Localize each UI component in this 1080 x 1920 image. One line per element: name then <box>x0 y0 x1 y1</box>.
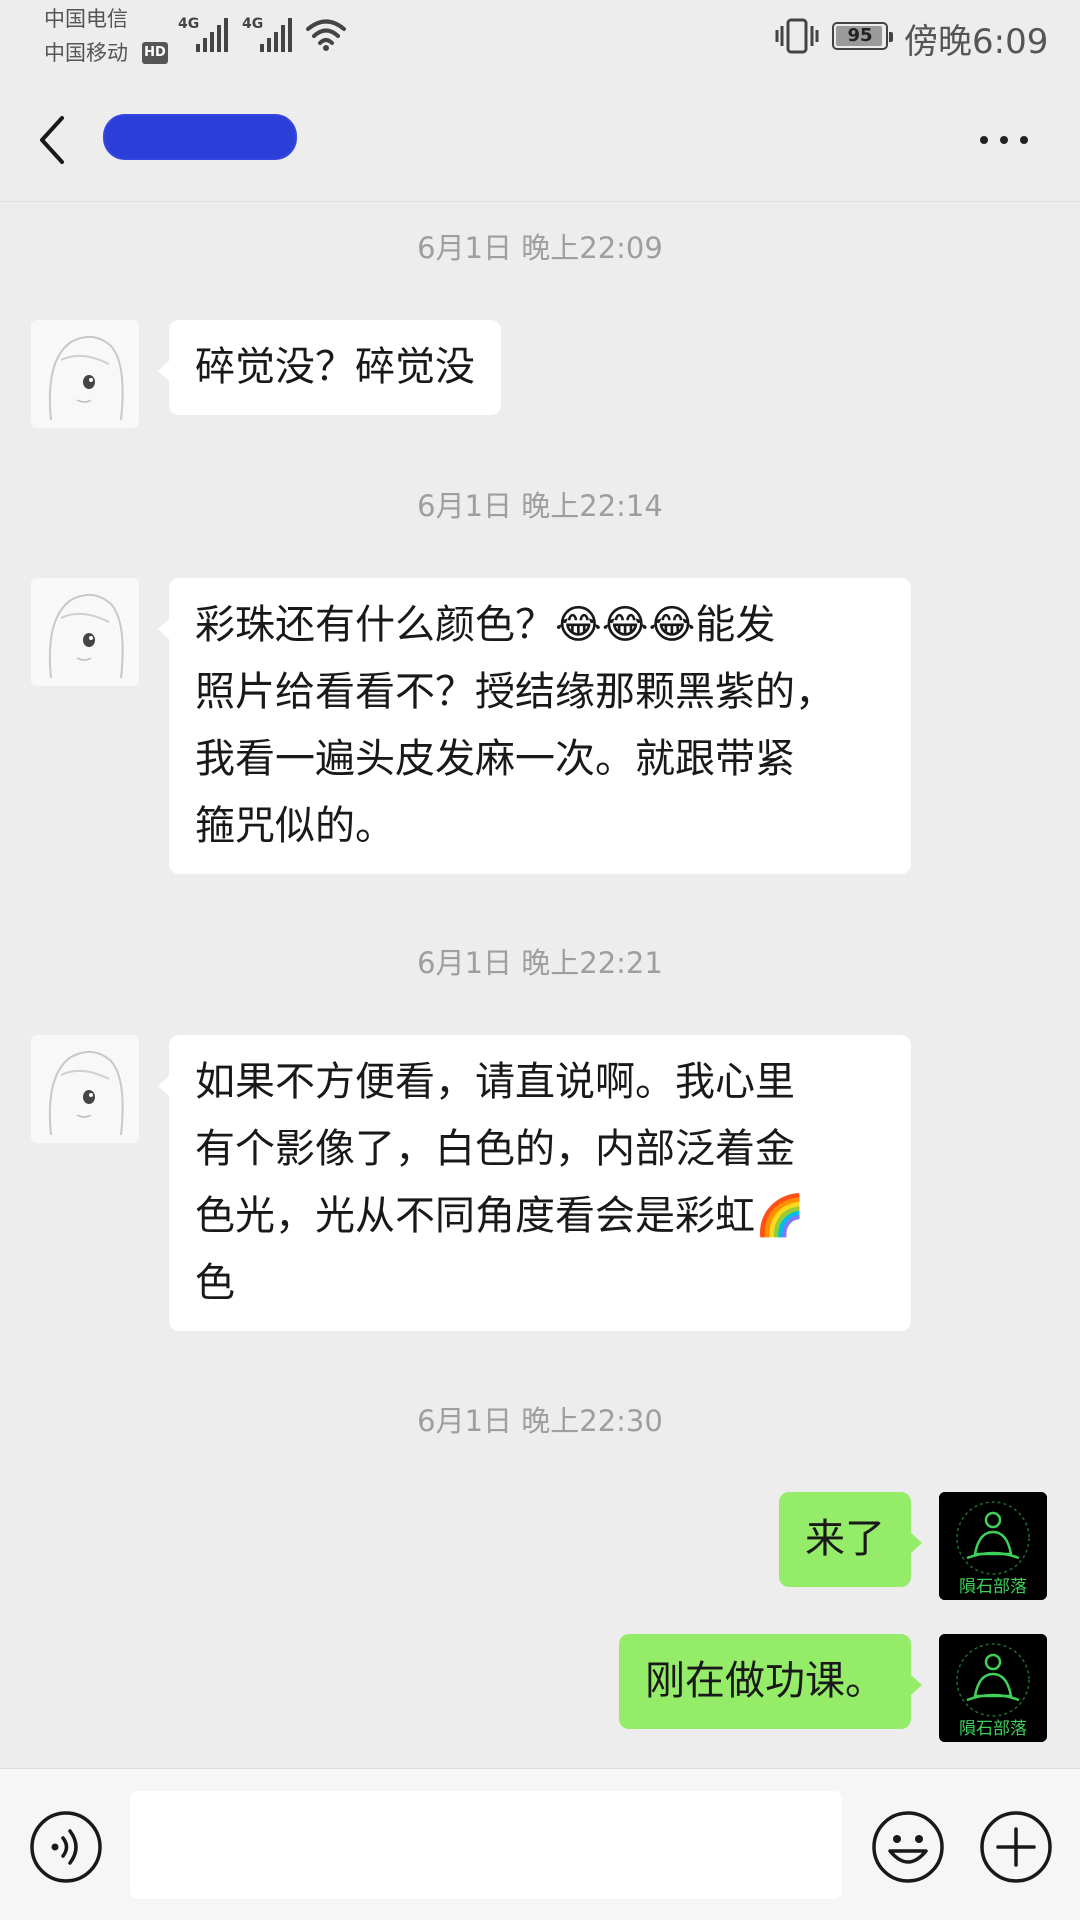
wifi-icon <box>306 19 346 51</box>
self-avatar[interactable]: 隕石部落 <box>939 1492 1047 1600</box>
message-line: 色 <box>195 1260 235 1306</box>
carrier-1-label: 中国电信 <box>44 7 128 31</box>
contact-avatar[interactable] <box>31 320 139 428</box>
meditation-logo-icon: 隕石部落 <box>939 1492 1047 1600</box>
message-text: 刚在做功课。 <box>645 1658 885 1704</box>
message-line: 照片给看看不？授结缘那颗黑紫的， <box>195 669 835 715</box>
message-line: 有个影像了，白色的，内部泛着金 <box>195 1126 795 1172</box>
timestamp: 6月1日 晚上22:30 <box>417 1404 663 1438</box>
network-type-2: 4G <box>242 16 264 32</box>
back-button[interactable] <box>30 112 80 168</box>
received-message[interactable]: 碎觉没？碎觉没 <box>158 320 501 415</box>
input-bar <box>0 1768 1080 1920</box>
message-list[interactable]: 6月1日 晚上22:09 碎觉没？碎觉没 6月1日 晚上22:14 彩珠还有什么… <box>0 203 1080 1767</box>
contact-avatar[interactable] <box>31 1035 139 1143</box>
girl-avatar-icon <box>31 1035 139 1143</box>
message-line: 如果不方便看，请直说啊。我心里 <box>195 1059 795 1105</box>
girl-avatar-icon <box>31 320 139 428</box>
timestamp: 6月1日 晚上22:21 <box>417 946 663 980</box>
status-time: 傍晚6:09 <box>904 22 1049 62</box>
battery-level: 95 <box>847 25 873 46</box>
network-type-1: 4G <box>178 16 200 32</box>
signal-icon-1: 4G <box>178 16 234 52</box>
meditation-logo-icon: 隕石部落 <box>939 1634 1047 1742</box>
received-message[interactable]: 如果不方便看，请直说啊。我心里 有个影像了，白色的，内部泛着金 色光，光从不同角… <box>158 1035 911 1331</box>
svg-text:隕石部落: 隕石部落 <box>959 1719 1027 1739</box>
message-line: 箍咒似的。 <box>195 803 395 849</box>
carrier-2-label: 中国移动 <box>44 41 128 65</box>
message-line: 色光，光从不同角度看会是彩虹🌈 <box>195 1193 805 1239</box>
sent-message[interactable]: 刚在做功课。 <box>619 1634 922 1729</box>
chat-header <box>0 76 1080 202</box>
received-message[interactable]: 彩珠还有什么颜色？😂😂😂能发 照片给看看不？授结缘那颗黑紫的， 我看一遍头皮发麻… <box>158 578 911 874</box>
plus-button[interactable] <box>978 1809 1054 1885</box>
message-text: 来了 <box>805 1516 885 1562</box>
message-text: 碎觉没？碎觉没 <box>195 344 475 390</box>
voice-button[interactable] <box>28 1809 104 1885</box>
sent-message[interactable]: 来了 <box>779 1492 922 1587</box>
message-input[interactable] <box>130 1791 842 1899</box>
svg-text:隕石部落: 隕石部落 <box>959 1577 1027 1597</box>
contact-avatar[interactable] <box>31 578 139 686</box>
contact-name-redacted[interactable] <box>103 114 297 160</box>
signal-icon-2: 4G <box>242 16 298 52</box>
timestamp: 6月1日 晚上22:09 <box>417 231 663 265</box>
message-line: 彩珠还有什么颜色？😂😂😂能发 <box>195 602 776 648</box>
timestamp: 6月1日 晚上22:14 <box>417 489 663 523</box>
girl-avatar-icon <box>31 578 139 686</box>
more-options-button[interactable] <box>974 126 1034 156</box>
battery-icon: 95 <box>832 22 893 50</box>
hd-badge: HD <box>142 42 168 64</box>
self-avatar[interactable]: 隕石部落 <box>939 1634 1047 1742</box>
message-line: 我看一遍头皮发麻一次。就跟带紧 <box>195 736 795 782</box>
vibrate-icon <box>775 18 819 54</box>
emoji-button[interactable] <box>870 1809 946 1885</box>
status-bar: 中国电信 中国移动 HD 4G 4G 95 傍晚6:09 <box>0 0 1080 76</box>
